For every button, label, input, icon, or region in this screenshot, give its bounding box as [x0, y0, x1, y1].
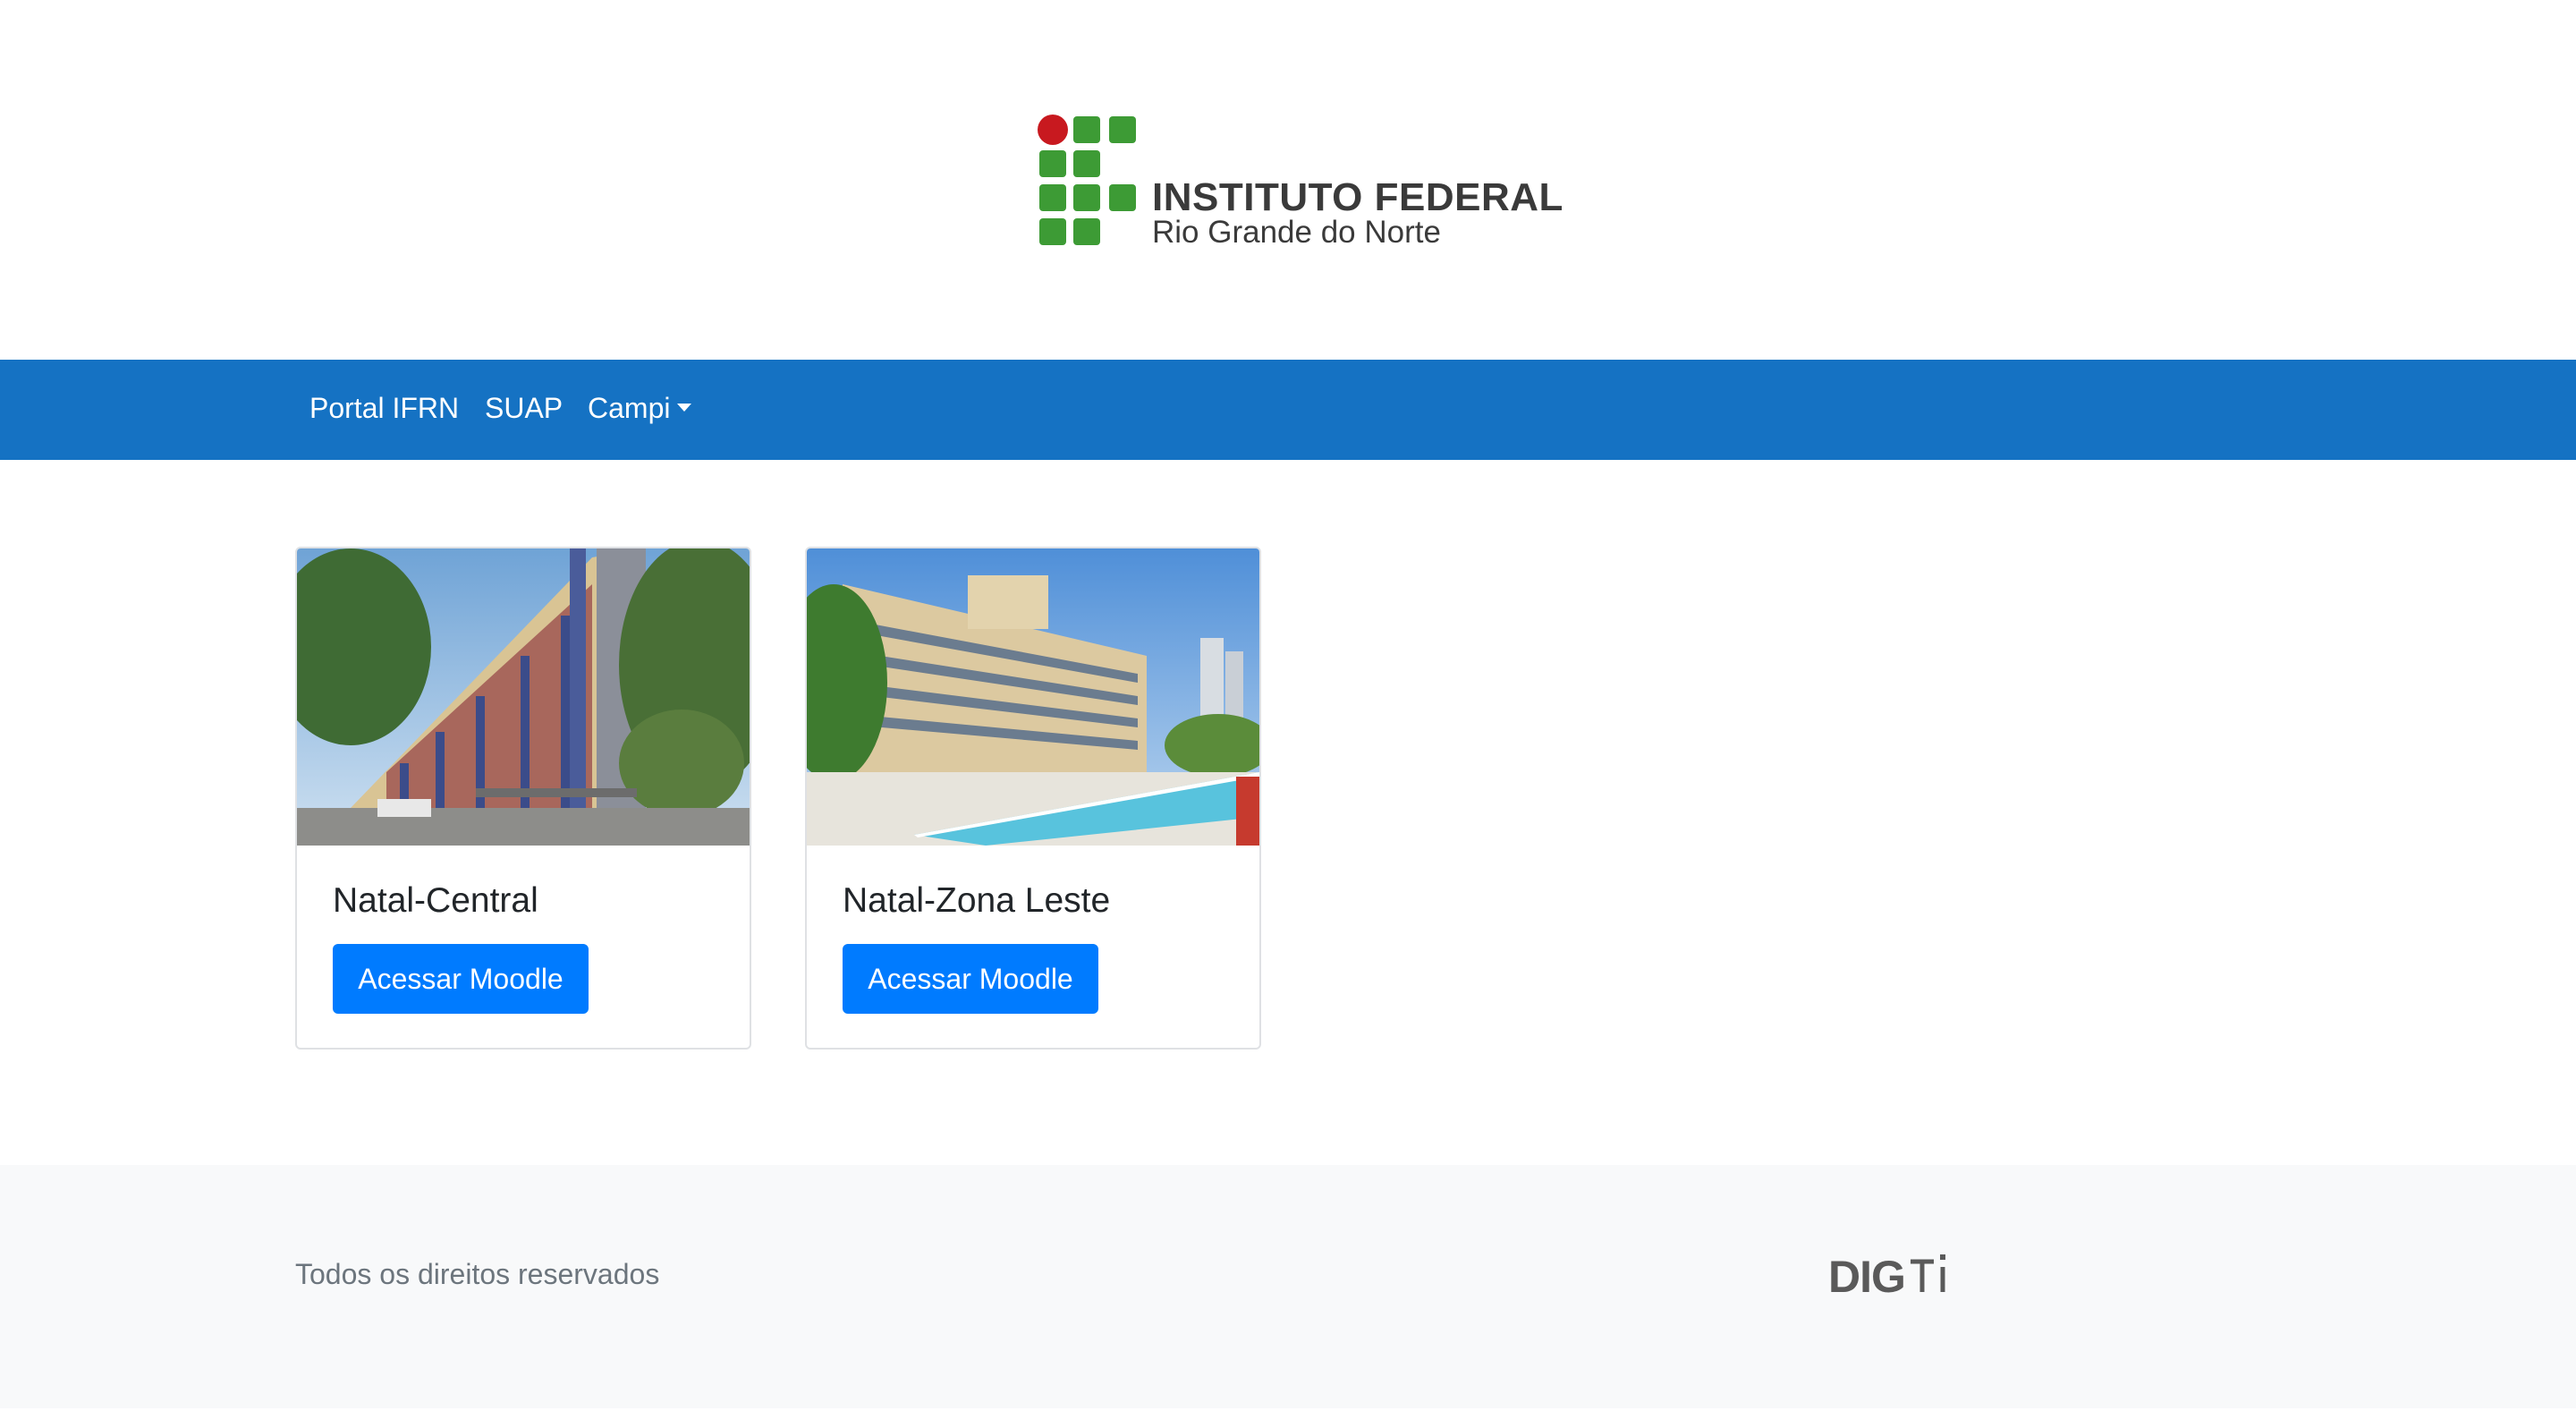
svg-text:DIG: DIG	[1828, 1252, 1905, 1299]
nav-suap-label: SUAP	[485, 392, 564, 424]
logo-square	[1039, 150, 1066, 177]
main-navbar: Portal IFRN SUAP Campi	[0, 360, 2576, 460]
campus-building-pool-photo	[807, 548, 1259, 846]
logo-subtitle: Rio Grande do Norte	[1152, 215, 1441, 250]
logo-square	[1109, 116, 1136, 143]
campus-building-photo	[297, 548, 750, 846]
copyright-text: Todos os direitos reservados	[295, 1258, 660, 1290]
access-moodle-button[interactable]: Acessar Moodle	[843, 944, 1098, 1014]
card-title: Natal-Central	[333, 881, 538, 920]
logo-square	[1073, 116, 1100, 143]
campus-card-natal-zona-leste: Natal-Zona Leste Acessar Moodle	[805, 547, 1261, 1050]
page-header: INSTITUTO FEDERAL Rio Grande do Norte	[0, 0, 2576, 360]
logo-square	[1073, 184, 1100, 211]
nav-campi-dropdown[interactable]: Campi	[588, 392, 692, 428]
nav-portal-ifrn-label: Portal IFRN	[309, 392, 460, 424]
logo-square	[1039, 218, 1066, 245]
nav-suap[interactable]: SUAP	[485, 392, 563, 428]
digti-logo[interactable]: DIG	[1828, 1251, 1955, 1302]
page-footer: Todos os direitos reservados DIG	[0, 1165, 2576, 1408]
logo-title: INSTITUTO FEDERAL	[1152, 175, 1563, 219]
card-title: Natal-Zona Leste	[843, 881, 1111, 920]
ifrn-logo-mark-icon	[1038, 115, 1145, 249]
caret-down-icon	[677, 404, 692, 412]
nav-campi-label: Campi	[588, 392, 671, 424]
logo-square	[1073, 150, 1100, 177]
logo-square	[1039, 184, 1066, 211]
logo-square	[1109, 184, 1136, 211]
campus-card-natal-central: Natal-Central Acessar Moodle	[295, 547, 751, 1050]
access-moodle-button[interactable]: Acessar Moodle	[333, 944, 589, 1014]
nav-portal-ifrn[interactable]: Portal IFRN	[309, 392, 459, 428]
logo-red-dot	[1038, 115, 1068, 145]
logo-square	[1073, 218, 1100, 245]
ifrn-logo[interactable]: INSTITUTO FEDERAL Rio Grande do Norte	[1038, 115, 1563, 250]
